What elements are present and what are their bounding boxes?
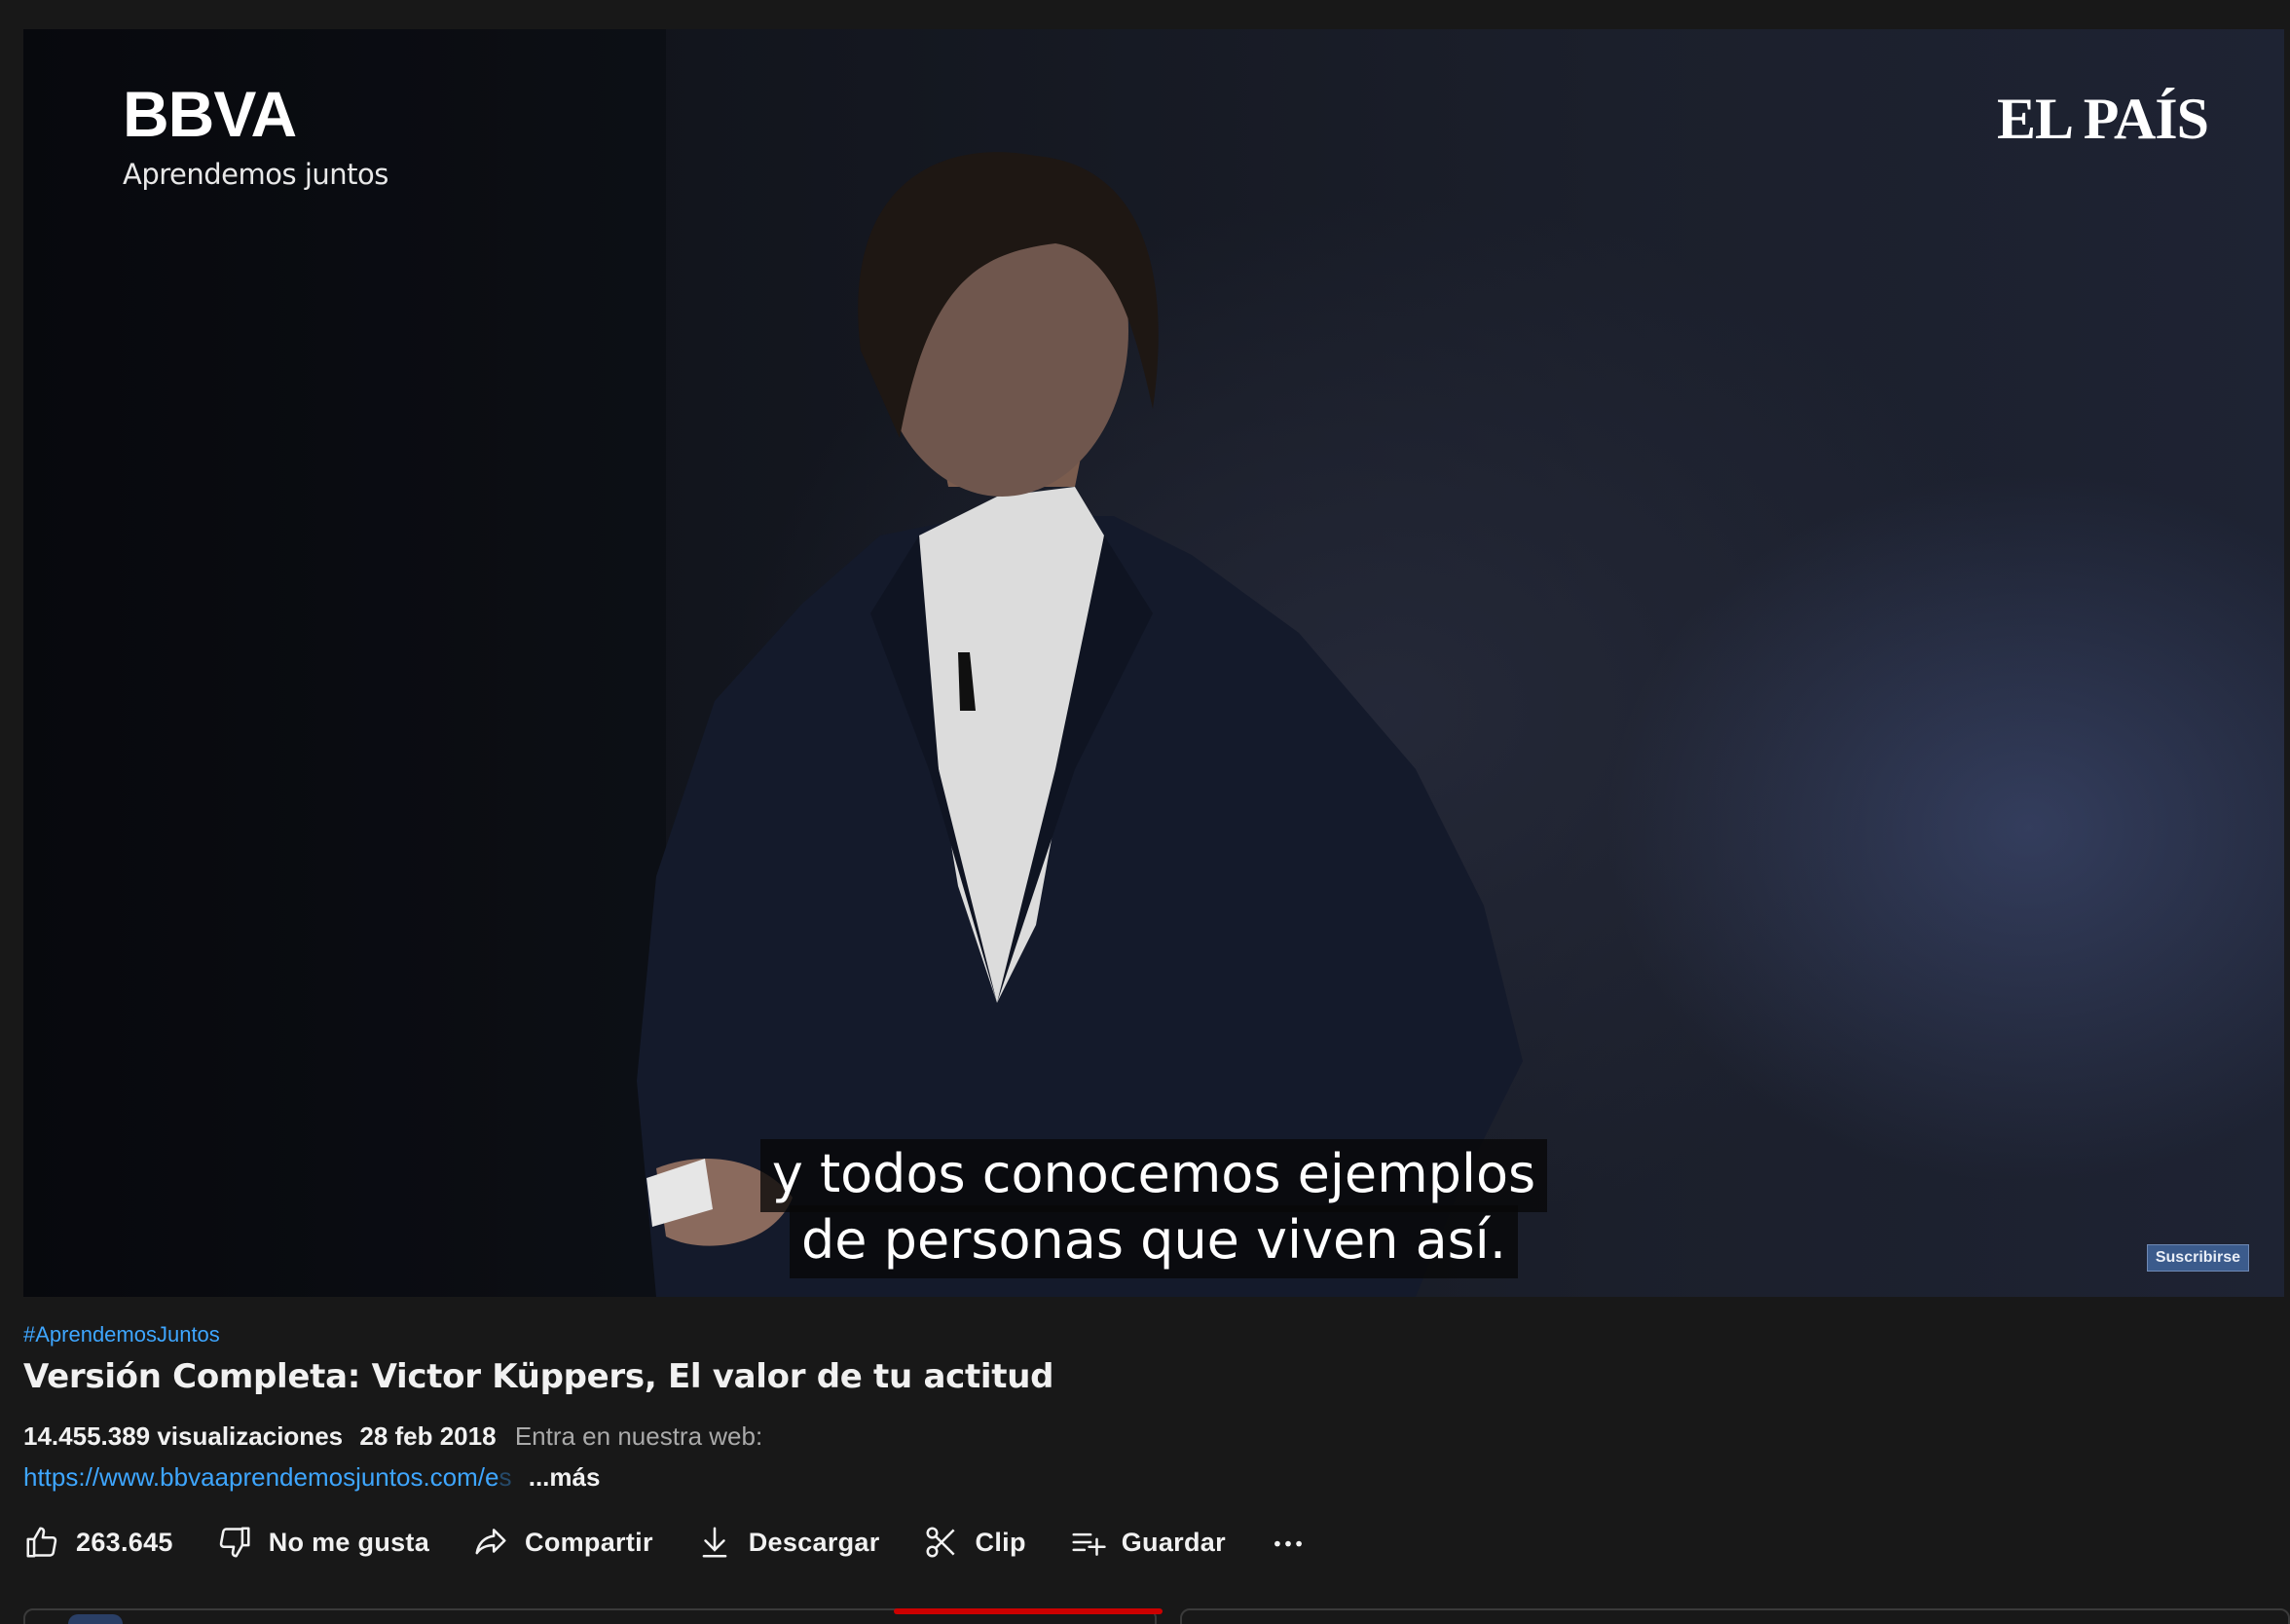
share-icon [475, 1529, 506, 1555]
download-button[interactable]: Descargar [696, 1515, 880, 1569]
channel-card[interactable] [23, 1608, 1163, 1624]
video-title: Versión Completa: Victor Küppers, El val… [23, 1357, 1054, 1396]
download-icon [702, 1527, 727, 1558]
caption-line-1: y todos conocemos ejemplos [759, 1139, 1548, 1212]
video-player[interactable]: BBVA Aprendemos juntos EL PAÍS y todos c… [23, 29, 2284, 1297]
description-link-fade: s [499, 1462, 512, 1492]
caption-line-2: de personas que viven así. [790, 1205, 1518, 1278]
scissors-icon [926, 1527, 955, 1558]
thumbs-up-icon [26, 1527, 57, 1558]
presenter-figure [637, 152, 1523, 1297]
subscribe-watermark-button[interactable]: Suscribirse [2146, 1244, 2249, 1272]
download-label: Descargar [748, 1527, 880, 1557]
dislike-button[interactable]: No me gusta [216, 1515, 429, 1569]
share-label: Compartir [525, 1527, 653, 1557]
show-more-button[interactable]: ...más [529, 1462, 601, 1492]
video-hashtag[interactable]: #AprendemosJuntos [23, 1322, 220, 1347]
action-bar: 263.645 No me gusta Compartir Descargar … [23, 1515, 1350, 1569]
clip-label: Clip [975, 1527, 1026, 1557]
more-actions-button[interactable] [1269, 1515, 1308, 1569]
save-label: Guardar [1121, 1527, 1226, 1557]
side-card[interactable] [1180, 1608, 2290, 1624]
description-preview: Entra en nuestra web: [514, 1421, 763, 1451]
video-meta[interactable]: 14.455.389 visualizaciones 28 feb 2018 E… [23, 1421, 762, 1452]
save-button[interactable]: Guardar [1069, 1515, 1226, 1569]
description-link[interactable]: https://www.bbvaaprendemosjuntos.com/e [23, 1462, 499, 1492]
description-link-row[interactable]: https://www.bbvaaprendemosjuntos.com/es … [23, 1462, 600, 1493]
like-count: 263.645 [76, 1527, 173, 1557]
view-count: 14.455.389 visualizaciones [23, 1421, 344, 1451]
bbva-tagline: Aprendemos juntos [123, 158, 388, 191]
publish-date: 28 feb 2018 [359, 1421, 497, 1451]
channel-avatar [68, 1614, 123, 1624]
playlist-add-icon [1072, 1532, 1106, 1556]
el-pais-logo: EL PAÍS [1997, 87, 2209, 151]
like-button[interactable]: 263.645 [23, 1515, 173, 1569]
clip-button[interactable]: Clip [923, 1515, 1026, 1569]
subscribe-button-edge[interactable] [894, 1608, 1163, 1614]
more-horizontal-icon [1274, 1540, 1302, 1547]
video-captions: y todos conocemos ejemplos de personas q… [23, 1139, 2284, 1278]
bbva-logo: BBVA Aprendemos juntos [123, 82, 388, 191]
dislike-label: No me gusta [268, 1527, 430, 1557]
thumbs-down-icon [219, 1527, 250, 1558]
bbva-brand: BBVA [123, 78, 297, 150]
share-button[interactable]: Compartir [472, 1515, 653, 1569]
